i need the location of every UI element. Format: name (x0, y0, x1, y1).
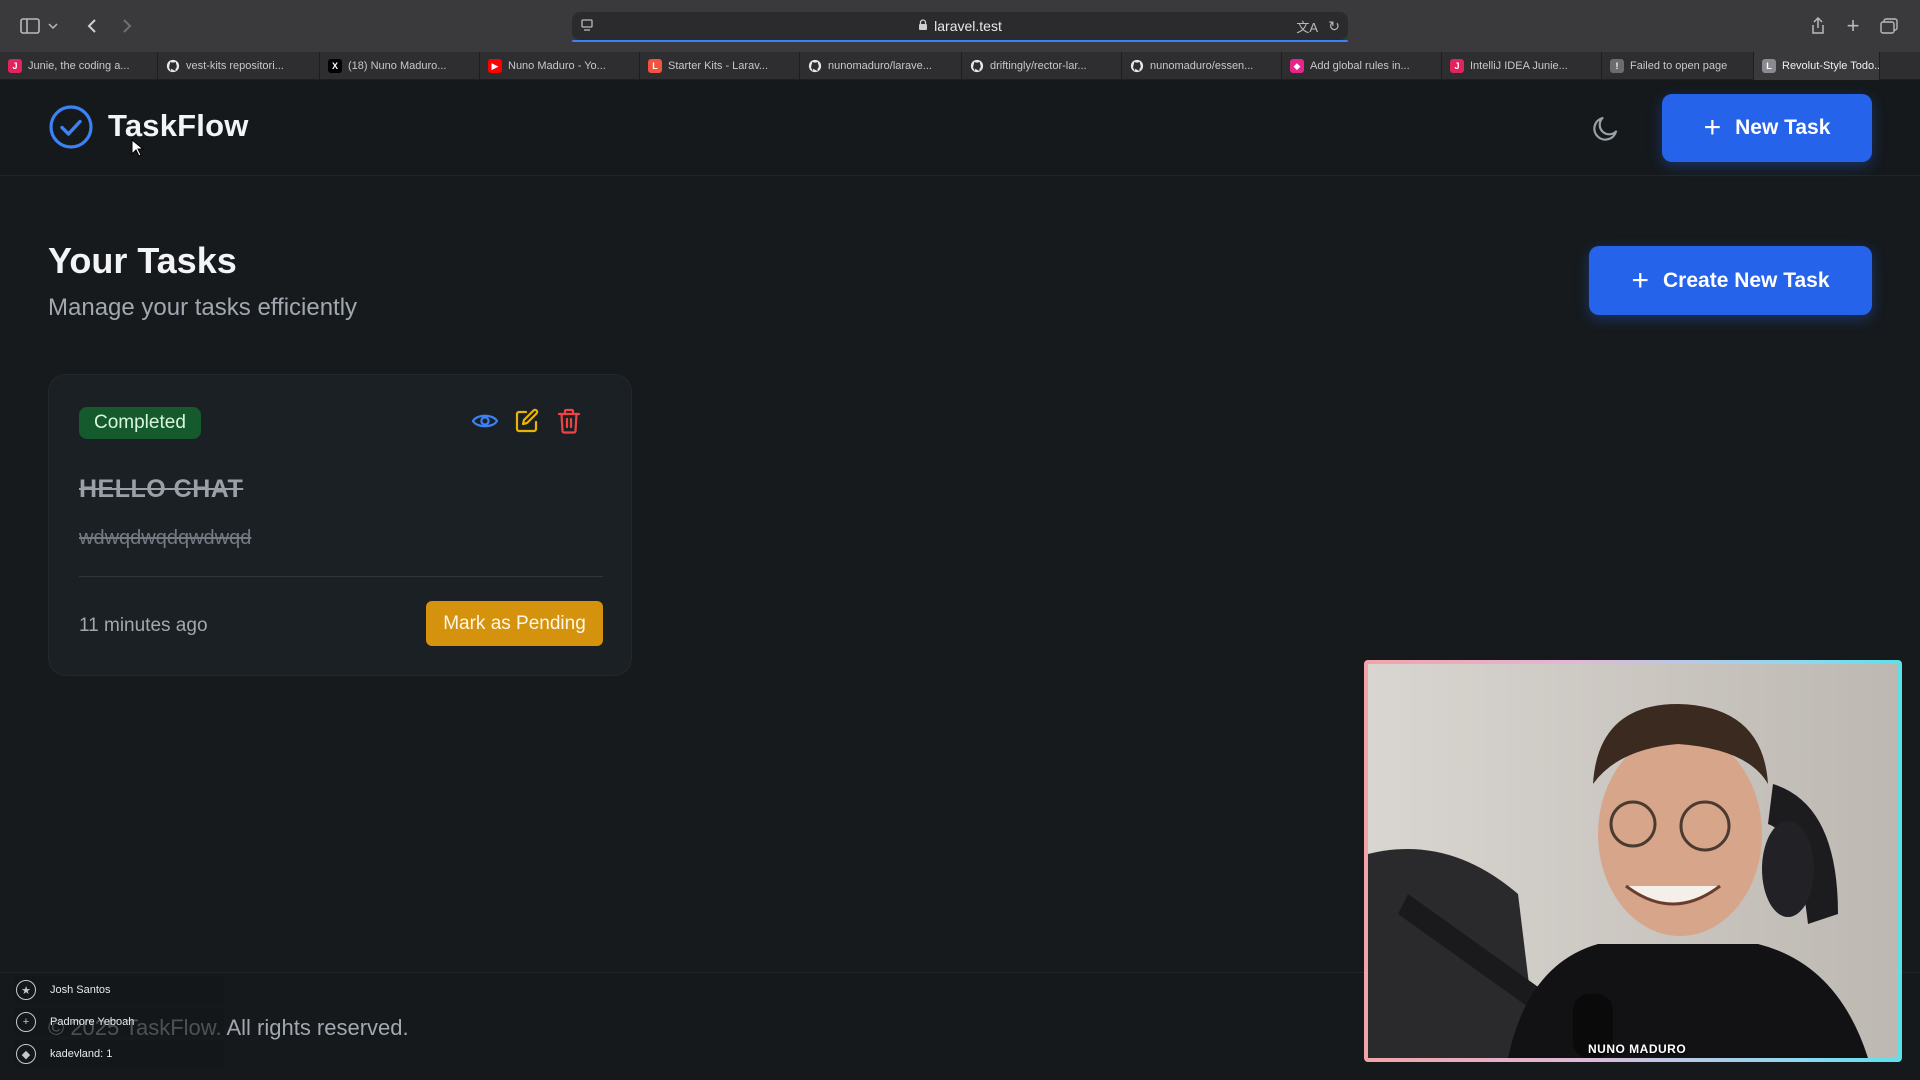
tab-label: vest-kits repositori... (186, 60, 284, 72)
tab-label: Starter Kits - Larav... (668, 60, 769, 72)
page-title: Your Tasks (48, 240, 237, 281)
url-text: laravel.test (934, 18, 1002, 34)
github-icon (808, 59, 822, 73)
github-icon (166, 59, 180, 73)
browser-tab[interactable]: vest-kits repositori... (158, 52, 320, 80)
github-icon (970, 59, 984, 73)
tab-label: Failed to open page (1630, 60, 1728, 72)
create-new-task-button[interactable]: + Create New Task (1589, 246, 1872, 315)
tab-label: nunomaduro/essen... (1150, 60, 1254, 72)
reload-icon[interactable]: ↻ (1328, 18, 1340, 35)
browser-tab[interactable]: ◆ Add global rules in... (1282, 52, 1442, 80)
task-timestamp: 11 minutes ago (79, 615, 208, 636)
favicon-icon: J (8, 59, 22, 73)
new-task-button[interactable]: + New Task (1662, 94, 1872, 162)
favicon-icon: ▶ (488, 59, 502, 73)
tab-label: Nuno Maduro - Yo... (508, 60, 606, 72)
stream-viewer-list: ★ Josh Santos + Padmore Yeboah ◆ kadevla… (14, 976, 224, 1072)
eye-icon[interactable] (469, 405, 501, 437)
browser-tab[interactable]: ! Failed to open page (1602, 52, 1754, 80)
tab-label: IntelliJ IDEA Junie... (1470, 60, 1568, 72)
page-subtitle: Manage your tasks efficiently (48, 294, 358, 321)
new-task-label: New Task (1735, 116, 1831, 139)
tab-label: (18) Nuno Maduro... (348, 60, 447, 72)
favicon-icon: L (1762, 59, 1776, 73)
browser-tab[interactable]: ▶ Nuno Maduro - Yo... (480, 52, 640, 80)
tab-label: nunomaduro/larave... (828, 60, 932, 72)
task-card: Completed HELLO CHAT wdwqdwqdqwdwqd 11 m… (48, 374, 632, 676)
chevron-down-icon[interactable] (46, 14, 60, 38)
diamond-icon: ◆ (16, 1044, 36, 1064)
favicon-icon: X (328, 59, 342, 73)
plus-icon: + (1631, 263, 1649, 297)
create-task-label: Create New Task (1663, 268, 1830, 292)
viewer-name: Josh Santos (50, 984, 111, 996)
moon-icon[interactable] (1586, 108, 1626, 148)
tab-overview-icon[interactable] (1877, 14, 1901, 38)
loading-bar (572, 40, 1348, 42)
tab-label: Junie, the coding a... (28, 60, 130, 72)
browser-tab[interactable]: J IntelliJ IDEA Junie... (1442, 52, 1602, 80)
sidebar-toggle-icon[interactable] (18, 14, 42, 38)
task-title: HELLO CHAT (79, 475, 244, 503)
webcam-overlay: NUNO MADURO (1364, 660, 1902, 1062)
webcam-scene-image (1368, 664, 1898, 1058)
edit-icon[interactable] (511, 405, 543, 437)
browser-tab[interactable]: driftingly/rector-lar... (962, 52, 1122, 80)
check-circle-icon[interactable] (48, 104, 94, 150)
browser-tab[interactable]: nunomaduro/larave... (800, 52, 962, 80)
tab-label: Add global rules in... (1310, 60, 1410, 72)
new-tab-icon[interactable]: + (1841, 13, 1865, 38)
tab-strip: J Junie, the coding a... vest-kits reposit… (0, 52, 1920, 80)
back-icon[interactable] (80, 14, 104, 38)
plus-icon: + (1703, 111, 1722, 144)
tab-label: Revolut-Style Todo... (1782, 60, 1880, 72)
webcam-video: NUNO MADURO (1368, 664, 1898, 1058)
star-icon: ★ (16, 980, 36, 1000)
favicon-icon: J (1450, 59, 1464, 73)
viewer-item: ◆ kadevland: 1 (14, 1040, 224, 1068)
viewer-name: kadevland: 1 (50, 1048, 113, 1060)
address-bar[interactable]: laravel.test 文A ↻ (572, 12, 1348, 42)
browser-tab[interactable]: nunomaduro/essen... (1122, 52, 1282, 80)
favicon-icon: ◆ (1290, 59, 1304, 73)
translate-icon[interactable]: 文A (1296, 17, 1318, 36)
status-badge: Completed (79, 407, 201, 439)
favicon-icon: ! (1610, 59, 1624, 73)
browser-tab[interactable]: L Starter Kits - Larav... (640, 52, 800, 80)
share-icon[interactable] (1806, 14, 1830, 38)
mouse-cursor-icon (131, 139, 145, 157)
browser-toolbar: laravel.test 文A ↻ + (0, 0, 1920, 52)
favicon-icon: L (648, 59, 662, 73)
page-settings-icon[interactable] (580, 18, 594, 35)
mark-as-pending-button[interactable]: Mark as Pending (426, 601, 603, 646)
viewer-item: ★ Josh Santos (14, 976, 224, 1004)
viewer-name: Padmore Yeboah (50, 1016, 135, 1028)
tab-label: driftingly/rector-lar... (990, 60, 1087, 72)
github-icon (1130, 59, 1144, 73)
task-description: wdwqdwqdqwdwqd (79, 527, 252, 549)
lock-icon (918, 18, 928, 34)
webcam-name-label: NUNO MADURO (1588, 1042, 1687, 1056)
app-header: TaskFlow + New Task (0, 80, 1920, 176)
browser-tab[interactable]: L Revolut-Style Todo... (1754, 52, 1880, 80)
trash-icon[interactable] (553, 405, 585, 437)
forward-icon[interactable] (115, 14, 139, 38)
browser-tab[interactable]: J Junie, the coding a... (0, 52, 158, 80)
viewer-item: + Padmore Yeboah (14, 1008, 224, 1036)
browser-tab[interactable]: X (18) Nuno Maduro... (320, 52, 480, 80)
plus-circle-icon: + (16, 1012, 36, 1032)
app-logo-text[interactable]: TaskFlow (108, 108, 249, 144)
card-divider (79, 576, 603, 577)
